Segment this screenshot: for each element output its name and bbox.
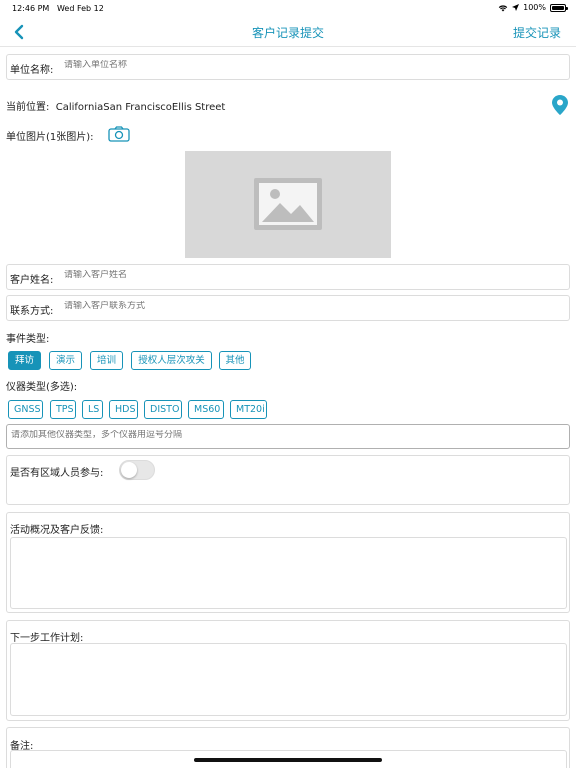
battery-percent: 100%: [523, 3, 546, 12]
customer-name-input[interactable]: [64, 270, 544, 280]
instrument-option-gnss[interactable]: GNSS: [8, 400, 43, 419]
home-indicator[interactable]: [194, 758, 382, 762]
instrument-option-hds[interactable]: HDS: [109, 400, 138, 419]
image-placeholder-icon: [254, 178, 322, 230]
event-type-label: 事件类型:: [6, 334, 50, 345]
event-option-demo[interactable]: 演示: [49, 351, 82, 370]
status-time: 12:46 PM Wed Feb 12: [12, 4, 104, 13]
wifi-icon: [498, 5, 508, 11]
instrument-option-ms60[interactable]: MS60: [188, 400, 224, 419]
event-option-training[interactable]: 培训: [90, 351, 123, 370]
contact-field[interactable]: 联系方式:: [6, 295, 570, 321]
status-right: 100%: [498, 3, 568, 12]
activity-feedback-textarea[interactable]: [10, 537, 567, 609]
unit-name-label: 单位名称:: [10, 65, 54, 76]
instrument-option-tps[interactable]: TPS: [50, 400, 76, 419]
customer-name-label: 客户姓名:: [10, 275, 54, 286]
instrument-option-disto[interactable]: DISTO: [144, 400, 182, 419]
contact-input[interactable]: [64, 301, 544, 311]
submit-record-button[interactable]: 提交记录: [513, 24, 561, 41]
regional-staff-label: 是否有区域人员参与:: [10, 468, 104, 479]
battery-icon: [550, 3, 568, 12]
next-plan-label: 下一步工作计划:: [10, 633, 84, 644]
event-option-visit[interactable]: 拜访: [8, 351, 41, 370]
toggle-knob: [121, 462, 137, 478]
location-label: 当前位置:: [6, 102, 50, 113]
next-plan-textarea[interactable]: [10, 643, 567, 716]
activity-feedback-label: 活动概况及客户反馈:: [10, 525, 104, 536]
location-value: CaliforniaSan FranciscoEllis Street: [55, 102, 226, 113]
other-instrument-input[interactable]: [11, 430, 561, 440]
location-arrow-icon: [512, 4, 520, 11]
contact-label: 联系方式:: [10, 306, 54, 317]
other-instrument-field[interactable]: [6, 424, 570, 449]
instrument-type-label: 仪器类型(多选):: [6, 382, 78, 393]
customer-name-field[interactable]: 客户姓名:: [6, 264, 570, 290]
unit-name-field[interactable]: 单位名称:: [6, 54, 570, 80]
camera-icon[interactable]: [108, 126, 130, 142]
instrument-option-ls[interactable]: LS: [82, 400, 103, 419]
event-option-other[interactable]: 其他: [219, 351, 251, 370]
navigation-bar: 客户记录提交 提交记录: [0, 17, 576, 47]
regional-staff-toggle[interactable]: [119, 460, 155, 480]
map-pin-icon[interactable]: [552, 95, 568, 115]
unit-name-input[interactable]: [64, 60, 544, 70]
unit-image-placeholder[interactable]: [185, 151, 391, 258]
event-option-authorized-level[interactable]: 授权人层次攻关: [131, 351, 212, 370]
battery-fill: [552, 5, 564, 10]
unit-image-label: 单位图片(1张图片):: [6, 132, 94, 143]
status-bar: 12:46 PM Wed Feb 12 100%: [0, 0, 576, 16]
instrument-option-mt20i[interactable]: MT20i: [230, 400, 267, 419]
current-location: 当前位置: CaliforniaSan FranciscoEllis Stree…: [6, 98, 225, 113]
regional-staff-section: 是否有区域人员参与:: [6, 455, 570, 505]
page-title: 客户记录提交: [251, 26, 324, 40]
